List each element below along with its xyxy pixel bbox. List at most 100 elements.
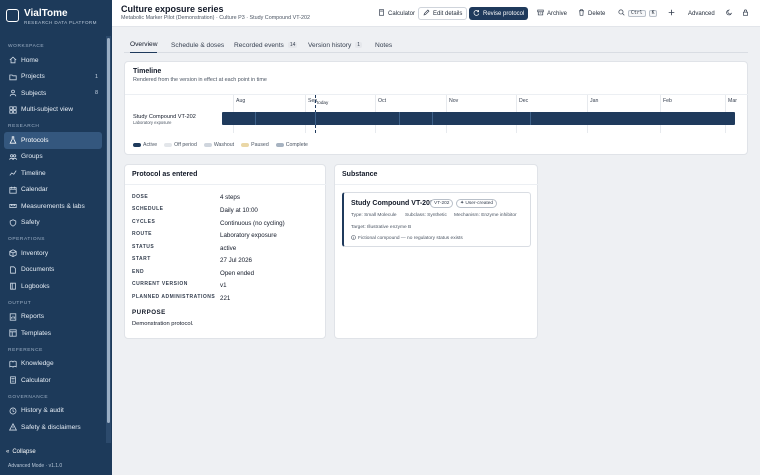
search-button[interactable]: Ctrl K bbox=[614, 7, 661, 20]
report-icon bbox=[8, 312, 17, 321]
sidebar-item-label: Knowledge bbox=[21, 360, 54, 368]
sidebar-item-calculator[interactable]: Calculator bbox=[4, 372, 102, 389]
sidebar-item-protocols[interactable]: Protocols bbox=[4, 132, 102, 149]
knowledge-icon bbox=[8, 359, 17, 368]
calculator-button[interactable]: Calculator bbox=[374, 7, 419, 20]
sidebar-item-multi-subject-view[interactable]: Multi-subject view bbox=[4, 102, 102, 119]
month-label: Dec bbox=[519, 98, 529, 104]
field-label-planned-administrations: PLANNED ADMINISTRATIONS bbox=[132, 294, 216, 300]
kbd-ctrl: Ctrl bbox=[628, 10, 646, 17]
sidebar-item-safety-disclaimers[interactable]: Safety & disclaimers bbox=[4, 419, 102, 436]
breadcrumb: Metabolic Marker Pilot (Demonstration) ·… bbox=[121, 15, 311, 21]
month-label: Oct bbox=[378, 98, 387, 104]
sidebar-item-label: Timeline bbox=[21, 169, 46, 177]
purpose-heading: PURPOSE bbox=[132, 309, 166, 316]
app-name: VialTome bbox=[24, 8, 68, 19]
group-icon bbox=[8, 152, 17, 161]
sidebar-item-subjects[interactable]: Subjects 8 bbox=[4, 85, 102, 102]
sidebar-item-label: Home bbox=[21, 56, 39, 64]
sidebar-nav: WORKSPACE Home Projects 1 Subjects 8 Mul… bbox=[0, 38, 106, 445]
field-value-schedule: Daily at 10:00 bbox=[220, 207, 258, 214]
tab-notes[interactable]: Notes bbox=[375, 37, 392, 53]
sidebar-item-documents[interactable]: Documents bbox=[4, 262, 102, 279]
add-button[interactable] bbox=[664, 7, 679, 20]
active-period-bar[interactable] bbox=[222, 112, 735, 125]
document-icon bbox=[8, 265, 17, 274]
sidebar-item-history-audit[interactable]: History & audit bbox=[4, 403, 102, 420]
brand[interactable]: VialTome RESEARCH DATA PLATFORM bbox=[6, 8, 97, 25]
legend-item-off-period: Off period bbox=[164, 142, 197, 148]
plus-icon bbox=[668, 9, 675, 18]
sidebar-item-measurements[interactable]: Measurements & labs bbox=[4, 198, 102, 215]
app-mode-version: Advanced Mode · v1.1.0 bbox=[8, 463, 63, 469]
sidebar-item-knowledge[interactable]: Knowledge bbox=[4, 356, 102, 373]
sidebar-item-label: Protocols bbox=[21, 136, 49, 144]
sidebar-item-label: Reports bbox=[21, 313, 45, 321]
substance-item[interactable]: Study Compound VT-202 VT-202 ✦ User-crea… bbox=[342, 192, 531, 247]
sidebar-item-label: History & audit bbox=[21, 407, 64, 415]
home-icon bbox=[8, 56, 17, 65]
sidebar-item-timeline[interactable]: Timeline bbox=[4, 165, 102, 182]
grid-icon bbox=[8, 105, 17, 114]
tab-overview[interactable]: Overview bbox=[130, 37, 158, 53]
sidebar-item-templates[interactable]: Templates bbox=[4, 325, 102, 342]
archive-icon bbox=[537, 9, 544, 18]
tab-recorded-events[interactable]: Recorded events 14 bbox=[234, 37, 298, 53]
legend-item-paused: Paused bbox=[241, 142, 269, 148]
timeline-row-sublabel: Laboratory exposure bbox=[133, 120, 172, 125]
folder-icon bbox=[8, 72, 17, 81]
revise-icon bbox=[473, 9, 480, 18]
sidebar-item-groups[interactable]: Groups bbox=[4, 149, 102, 166]
substance-type: Type: Small Molecule bbox=[351, 213, 397, 218]
tab-version-history[interactable]: Version history 1 bbox=[308, 37, 363, 53]
pencil-icon bbox=[423, 9, 430, 18]
lock-button[interactable] bbox=[738, 7, 753, 20]
page-header: Culture exposure series Metabolic Marker… bbox=[112, 0, 760, 27]
advanced-toggle[interactable]: Advanced bbox=[684, 7, 719, 20]
sidebar-item-safety[interactable]: Safety bbox=[4, 215, 102, 232]
delete-button[interactable]: Delete bbox=[574, 7, 609, 20]
sidebar-item-label: Calendar bbox=[21, 186, 48, 194]
sidebar-item-logbooks[interactable]: Logbooks bbox=[4, 278, 102, 295]
sidebar: VialTome RESEARCH DATA PLATFORM WORKSPAC… bbox=[0, 0, 112, 475]
archive-button[interactable]: Archive bbox=[533, 7, 571, 20]
field-value-status: active bbox=[220, 245, 237, 252]
timeline-card: Timeline Rendered from the version in ef… bbox=[124, 61, 749, 155]
sidebar-item-label: Logbooks bbox=[21, 282, 50, 290]
shield-icon bbox=[8, 218, 17, 227]
substance-card-title: Substance bbox=[342, 171, 378, 178]
sidebar-item-home[interactable]: Home bbox=[4, 52, 102, 69]
substance-name[interactable]: Study Compound VT-202 bbox=[351, 200, 434, 207]
edit-details-button[interactable]: Edit details bbox=[418, 7, 468, 20]
section-reference: REFERENCE bbox=[8, 347, 43, 353]
theme-toggle-button[interactable] bbox=[722, 7, 737, 20]
ruler-icon bbox=[8, 202, 17, 211]
sidebar-item-inventory[interactable]: Inventory bbox=[4, 245, 102, 262]
sidebar-item-reports[interactable]: Reports bbox=[4, 309, 102, 326]
field-value-current-version: v1 bbox=[220, 282, 227, 289]
sidebar-scrollbar[interactable] bbox=[106, 36, 111, 443]
trash-icon bbox=[578, 9, 585, 18]
substance-subclass: Subclass: Synthetic bbox=[405, 213, 447, 218]
section-output: OUTPUT bbox=[8, 300, 32, 306]
field-label-current-version: CURRENT VERSION bbox=[132, 281, 188, 287]
sidebar-item-calendar[interactable]: Calendar bbox=[4, 182, 102, 199]
sidebar-item-label: Documents bbox=[21, 266, 55, 274]
sidebar-item-label: Safety & disclaimers bbox=[21, 423, 81, 431]
revise-protocol-button[interactable]: Revise protocol bbox=[469, 7, 529, 20]
legend-item-active: Active bbox=[133, 142, 157, 148]
substance-note: Fictional compound — no regulatory statu… bbox=[351, 235, 463, 242]
month-label: Mar bbox=[728, 98, 737, 104]
field-value-end: Open ended bbox=[220, 270, 255, 277]
tab-schedule-doses[interactable]: Schedule & doses bbox=[171, 37, 224, 53]
sidebar-scroll-thumb[interactable] bbox=[107, 38, 110, 423]
sidebar-item-label: Projects bbox=[21, 73, 45, 81]
timeline-title: Timeline bbox=[133, 68, 162, 75]
projects-count: 1 bbox=[94, 73, 98, 80]
sidebar-item-projects[interactable]: Projects 1 bbox=[4, 69, 102, 86]
month-label: Jan bbox=[590, 98, 599, 104]
box-icon bbox=[8, 249, 17, 258]
substance-card: Substance Study Compound VT-202 VT-202 ✦… bbox=[334, 164, 539, 339]
collapse-button[interactable]: « Collapse bbox=[6, 449, 36, 455]
template-icon bbox=[8, 329, 17, 338]
